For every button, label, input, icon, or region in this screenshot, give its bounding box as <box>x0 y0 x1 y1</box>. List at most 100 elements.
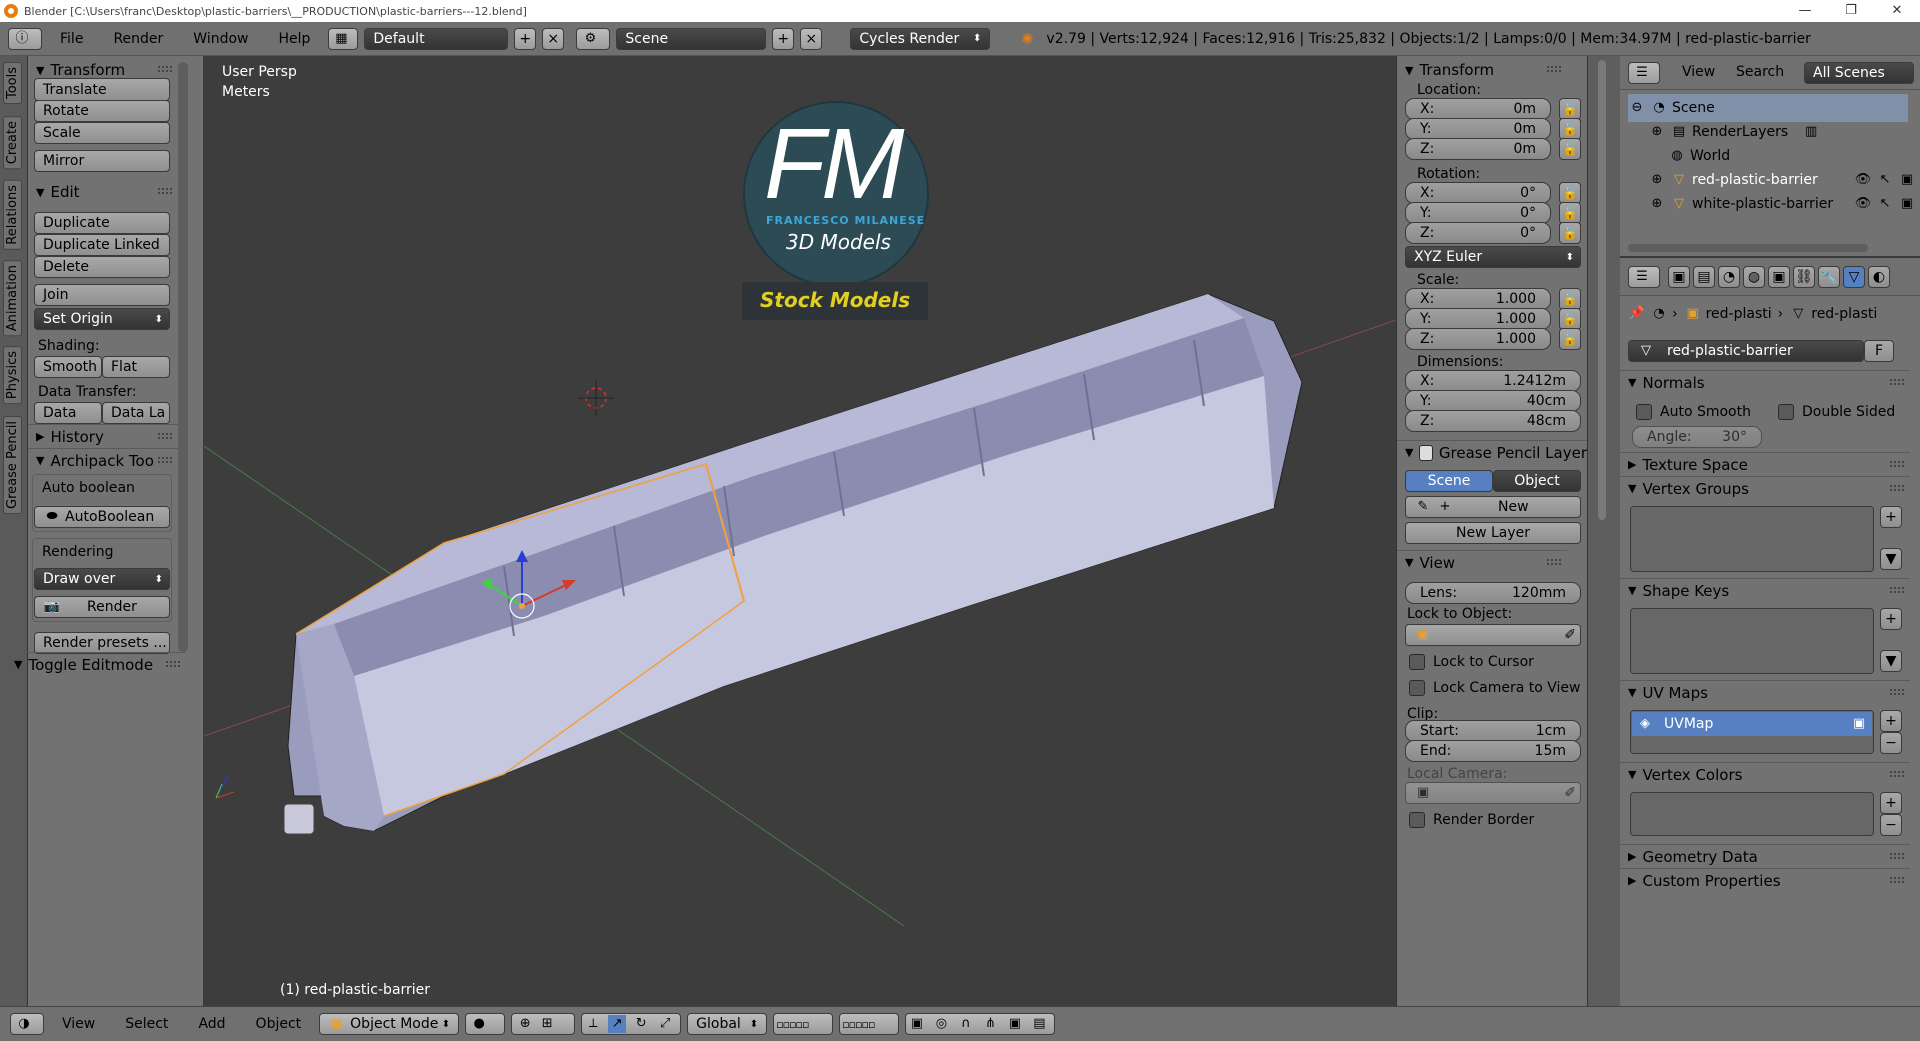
lens-field[interactable]: Lens: 120mm <box>1405 582 1581 604</box>
render-engine-select[interactable]: Cycles Render ⬍ <box>850 27 991 50</box>
custom-properties-header[interactable]: ▶ Custom Properties <box>1620 868 1910 892</box>
lock-icon[interactable]: 🔓 <box>1559 138 1581 160</box>
data-layout-button[interactable]: Data La <box>102 402 170 424</box>
dimension-y-field[interactable]: Y: 40cm <box>1405 390 1581 412</box>
scene-remove-button[interactable]: × <box>800 27 823 50</box>
scene-tab-icon[interactable]: ◔ <box>1718 266 1740 288</box>
layers-grid-1[interactable]: ▫▫▫▫▫ <box>773 1013 834 1035</box>
editor-type-button[interactable]: ⓘ <box>8 27 42 50</box>
menu-add[interactable]: Add <box>186 1016 237 1032</box>
normals-header[interactable]: ▼ Normals <box>1620 370 1910 394</box>
constraints-tab-icon[interactable]: ⛓ <box>1793 266 1815 288</box>
tab-relations[interactable]: Relations <box>3 180 22 250</box>
render-border-checkbox[interactable] <box>1409 812 1425 828</box>
layer-icon[interactable]: ▣ <box>908 1015 926 1033</box>
outliner-item-renderlayers[interactable]: ⊕ ▤ RenderLayers ▥ <box>1648 120 1824 144</box>
drag-grip-icon[interactable] <box>1890 771 1904 777</box>
snap-icon[interactable]: ⋔ <box>982 1015 1000 1033</box>
grease-scene-tab[interactable]: Scene <box>1405 470 1493 492</box>
modifiers-tab-icon[interactable]: 🔧 <box>1818 266 1840 288</box>
object-tab-icon[interactable]: ▣ <box>1768 266 1790 288</box>
outliner-item-red-barrier[interactable]: ⊕ ▽ red-plastic-barrier 👁 ↖ ▣ <box>1648 168 1920 192</box>
vertex-colors-list[interactable] <box>1630 792 1874 836</box>
menu-file[interactable]: File <box>48 31 95 47</box>
lock-icon[interactable]: 🔓 <box>1559 118 1581 140</box>
drag-grip-icon[interactable] <box>1890 587 1904 593</box>
mirror-button[interactable]: Mirror <box>34 150 170 172</box>
set-origin-select[interactable]: Set Origin ⬍ <box>34 308 170 330</box>
history-panel-header[interactable]: ▶ History <box>28 424 178 448</box>
drag-grip-icon[interactable] <box>1890 485 1904 491</box>
render-button[interactable]: 📷 Render <box>34 596 170 618</box>
lock-icon[interactable]: 🔓 <box>1559 182 1581 204</box>
grease-new-button[interactable]: ✎ + New <box>1405 496 1581 518</box>
lock-icon[interactable]: 🔓 <box>1559 98 1581 120</box>
lock-object-field[interactable]: ▣ ✐ <box>1405 624 1581 646</box>
scene-name-field[interactable]: Scene <box>616 27 767 50</box>
mesh-name-field[interactable]: ▽ red-plastic-barrier <box>1628 340 1864 362</box>
location-y-field[interactable]: Y: 0m <box>1405 118 1551 140</box>
menu-object[interactable]: Object <box>244 1016 314 1032</box>
scale-x-field[interactable]: X: 1.000 <box>1405 288 1551 310</box>
translate-icon[interactable]: ↗ <box>608 1015 627 1033</box>
add-vertex-color-button[interactable]: + <box>1880 792 1902 814</box>
eye-icon[interactable]: 👁 <box>1854 171 1872 189</box>
clip-start-field[interactable]: Start: 1cm <box>1405 720 1581 742</box>
mesh-data-tab-icon[interactable]: ▽ <box>1843 266 1865 288</box>
camera-icon[interactable]: ▣ <box>1006 1015 1024 1033</box>
collapse-icon[interactable]: ⊖ <box>1628 99 1646 117</box>
delete-button[interactable]: Delete <box>34 256 170 278</box>
drag-grip-icon[interactable] <box>1890 853 1904 859</box>
drag-grip-icon[interactable] <box>158 66 172 72</box>
duplicate-button[interactable]: Duplicate <box>34 212 170 234</box>
dimension-z-field[interactable]: Z: 48cm <box>1405 410 1581 432</box>
double-sided-checkbox[interactable] <box>1778 404 1794 420</box>
texture-space-header[interactable]: ▶ Texture Space <box>1620 452 1910 476</box>
mode-select[interactable]: ▣ Object Mode ⬍ <box>319 1013 460 1035</box>
fake-user-button[interactable]: F <box>1864 340 1894 362</box>
uvmap-item[interactable]: ◈ UVMap ▣ <box>1632 712 1872 736</box>
vertex-colors-header[interactable]: ▼ Vertex Colors <box>1620 762 1910 786</box>
menu-view[interactable]: View <box>50 1016 107 1032</box>
manipulator-group[interactable]: ⟂ ↗ ↻ ⤢ <box>581 1013 682 1035</box>
scale-y-field[interactable]: Y: 1.000 <box>1405 308 1551 330</box>
3d-viewport[interactable]: User Persp Meters FM FRANCESCO MILANESE … <box>204 56 1396 1006</box>
rotate-button[interactable]: Rotate <box>34 100 170 122</box>
uv-maps-header[interactable]: ▼ UV Maps <box>1620 680 1910 704</box>
remove-vertex-color-button[interactable]: − <box>1880 814 1902 836</box>
drag-grip-icon[interactable] <box>1890 379 1904 385</box>
close-button[interactable]: ✕ <box>1874 0 1920 22</box>
new-layer-button[interactable]: New Layer <box>1405 522 1581 544</box>
outliner-hscrollbar[interactable] <box>1628 244 1868 252</box>
outliner-item-world[interactable]: ◍ World <box>1668 144 1730 168</box>
lock-cursor-checkbox[interactable] <box>1409 654 1425 670</box>
grease-object-tab[interactable]: Object <box>1493 470 1581 492</box>
nprops-scrollbar[interactable] <box>1598 60 1606 520</box>
shape-keys-header[interactable]: ▼ Shape Keys <box>1620 578 1910 602</box>
drag-grip-icon[interactable] <box>1890 461 1904 467</box>
eyedropper-icon[interactable]: ✐ <box>1564 627 1576 643</box>
drag-grip-icon[interactable] <box>1547 559 1561 565</box>
location-x-field[interactable]: X: 0m <box>1405 98 1551 120</box>
outliner-editor-button[interactable]: ☰ <box>1628 62 1660 84</box>
grease-layer-checkbox[interactable] <box>1419 444 1433 461</box>
menu-help[interactable]: Help <box>266 31 322 47</box>
proportional-icon[interactable]: ◎ <box>933 1015 951 1033</box>
layout-remove-button[interactable]: × <box>542 27 565 50</box>
render-presets-button[interactable]: Render presets ... <box>34 632 170 654</box>
n-transform-header[interactable]: ▼ Transform <box>1397 58 1567 82</box>
smooth-button[interactable]: Smooth <box>34 356 102 378</box>
add-uvmap-button[interactable]: + <box>1880 710 1902 732</box>
archipack-panel-header[interactable]: ▼ Archipack Too <box>28 448 178 472</box>
camera-icon[interactable]: ▣ <box>1850 715 1868 733</box>
tab-grease-pencil[interactable]: Grease Pencil <box>3 416 22 514</box>
viewport-editor-button[interactable]: ◑ <box>10 1013 44 1035</box>
menu-window[interactable]: Window <box>181 31 260 47</box>
lock-camera-checkbox[interactable] <box>1409 680 1425 696</box>
properties-editor-button[interactable]: ☰ <box>1628 266 1660 288</box>
layout-browse-button[interactable]: ▦ <box>328 27 359 50</box>
layers-tab-icon[interactable]: ▤ <box>1693 266 1715 288</box>
scene-add-button[interactable]: + <box>772 27 795 50</box>
tab-tools[interactable]: Tools <box>3 62 22 105</box>
remove-uvmap-button[interactable]: − <box>1880 732 1902 754</box>
